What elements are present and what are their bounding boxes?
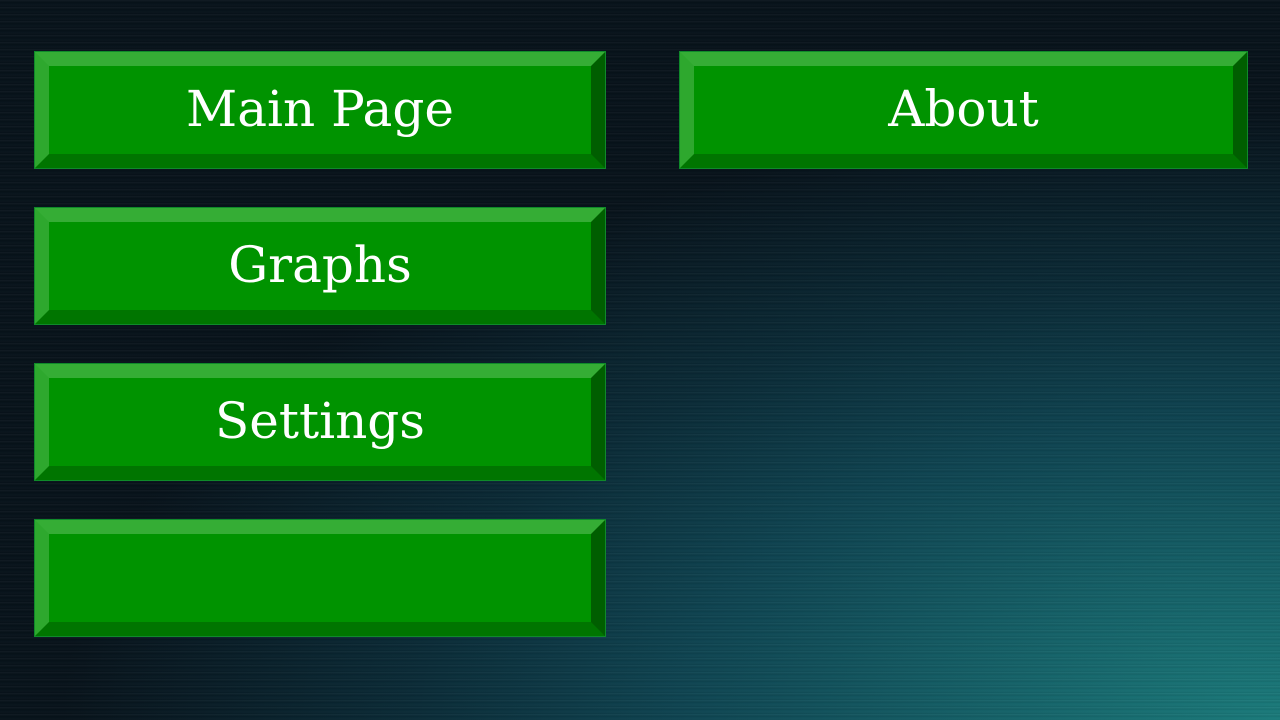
main-page-button[interactable]: Main Page xyxy=(34,51,606,169)
blank-button[interactable] xyxy=(34,519,606,637)
graphs-button-label: Graphs xyxy=(228,236,412,294)
about-button[interactable]: About xyxy=(679,51,1248,169)
menu-screen: { "menu": { "main_page_label": "Main Pag… xyxy=(0,0,1280,720)
about-button-label: About xyxy=(888,80,1039,138)
main-page-button-label: Main Page xyxy=(186,80,454,138)
settings-button[interactable]: Settings xyxy=(34,363,606,481)
graphs-button[interactable]: Graphs xyxy=(34,207,606,325)
settings-button-label: Settings xyxy=(215,392,425,450)
